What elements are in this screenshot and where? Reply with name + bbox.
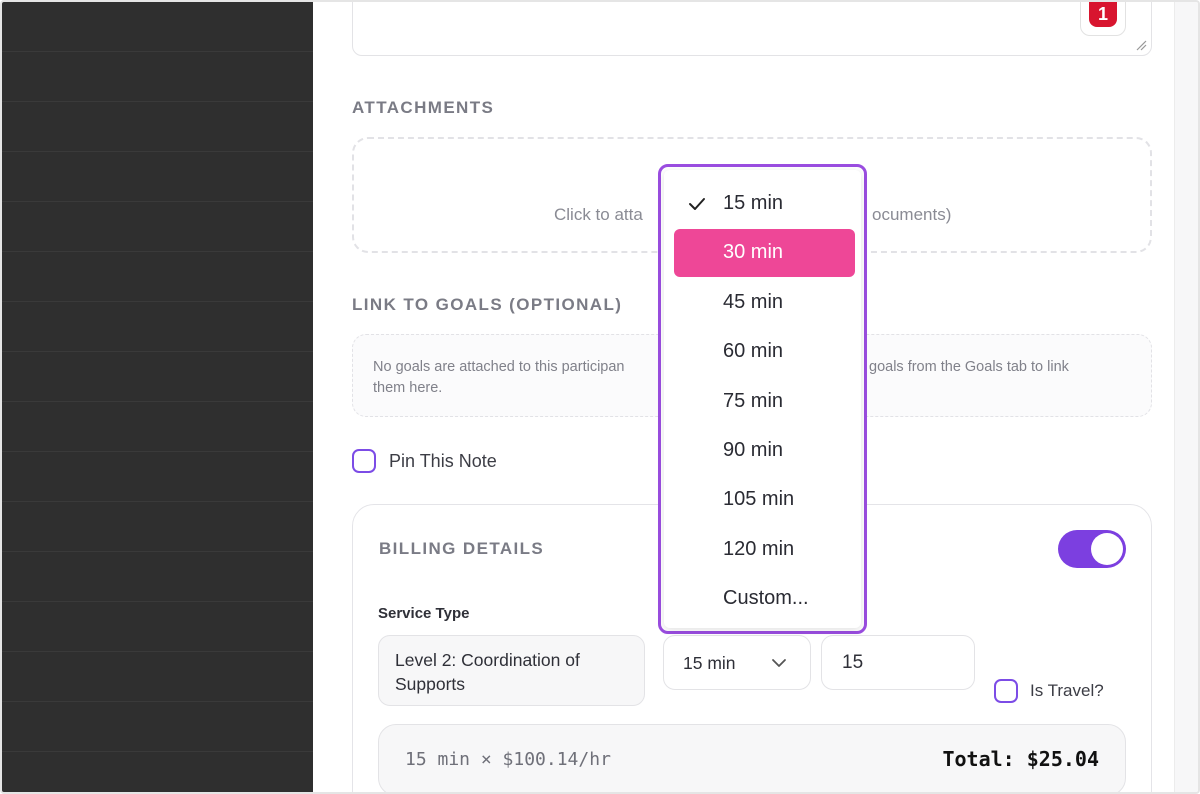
- is-travel-label[interactable]: Is Travel?: [1030, 681, 1104, 701]
- note-textarea[interactable]: [352, 2, 1152, 56]
- app-window: 1 ATTACHMENTS Click to atta ocuments) LI…: [0, 0, 1200, 794]
- duration-option[interactable]: 120 min: [674, 526, 855, 574]
- billing-heading: BILLING DETAILS: [379, 539, 545, 558]
- attachments-hint-left: Click to atta: [554, 205, 643, 224]
- duration-option-label: 90 min: [723, 439, 784, 461]
- goals-empty-line1-right: goals from the Goals tab to link: [869, 359, 1069, 375]
- duration-select-value: 15 min: [683, 653, 736, 673]
- duration-option[interactable]: 75 min: [674, 378, 855, 426]
- duration-dropdown-menu: 15 min 30 min 45 min 60 min 75 min 90 min 105 …: [658, 164, 867, 634]
- attachments-heading: ATTACHMENTS: [352, 98, 495, 117]
- duration-option-label: 45 min: [723, 290, 784, 313]
- duration-option-label: 105 min: [723, 488, 795, 511]
- duration-option-label: 30 min: [723, 241, 784, 264]
- duration-option[interactable]: 45 min: [674, 279, 855, 327]
- pin-note-checkbox[interactable]: [352, 449, 376, 473]
- attachments-hint-right: ocuments): [872, 205, 952, 224]
- duration-option[interactable]: 15 min: [674, 180, 855, 228]
- service-type-field[interactable]: Level 2: Coordination of Supports: [378, 635, 645, 706]
- billing-toggle[interactable]: [1058, 530, 1126, 568]
- duration-option[interactable]: 90 min: [674, 427, 855, 475]
- badge-count: 1: [1089, 2, 1117, 27]
- duration-option-label: 15 min: [723, 192, 784, 214]
- goals-empty-line2: them here.: [373, 380, 443, 396]
- is-travel-checkbox[interactable]: [994, 679, 1018, 703]
- duration-option-label: 120 min: [723, 537, 795, 560]
- duration-option[interactable]: 30 min: [674, 229, 855, 278]
- quantity-input[interactable]: 15: [821, 635, 975, 690]
- checkmark-icon: [689, 198, 705, 210]
- sidebar-overlay: [2, 2, 313, 792]
- service-type-label: Service Type: [378, 605, 470, 622]
- scrollbar-track[interactable]: [1174, 2, 1198, 792]
- service-type-value: Level 2: Coordination of Supports: [395, 650, 580, 694]
- duration-option-label: 60 min: [723, 340, 784, 363]
- billing-calculation: 15 min × $100.14/hr: [405, 749, 611, 770]
- grammar-badge[interactable]: 1: [1080, 2, 1126, 36]
- duration-option[interactable]: Custom...: [674, 575, 855, 623]
- resize-handle-icon[interactable]: [1135, 39, 1147, 51]
- duration-select[interactable]: 15 min: [663, 635, 811, 690]
- duration-option-label: Custom...: [723, 587, 809, 610]
- goals-heading: LINK TO GOALS (OPTIONAL): [352, 295, 623, 314]
- goals-empty-line1-left: No goals are attached to this participan: [373, 359, 625, 375]
- quantity-value: 15: [842, 652, 864, 673]
- toggle-knob: [1091, 533, 1123, 565]
- duration-option[interactable]: 105 min: [674, 476, 855, 524]
- chevron-down-icon: [772, 659, 786, 667]
- billing-total: Total: $25.04: [942, 747, 1099, 771]
- duration-option[interactable]: 60 min: [674, 328, 855, 376]
- duration-options-list: 15 min 30 min 45 min 60 min 75 min 90 min 105 …: [664, 170, 861, 628]
- duration-option-label: 75 min: [723, 389, 784, 412]
- pin-note-label[interactable]: Pin This Note: [389, 451, 497, 472]
- billing-summary: 15 min × $100.14/hr Total: $25.04: [378, 724, 1126, 792]
